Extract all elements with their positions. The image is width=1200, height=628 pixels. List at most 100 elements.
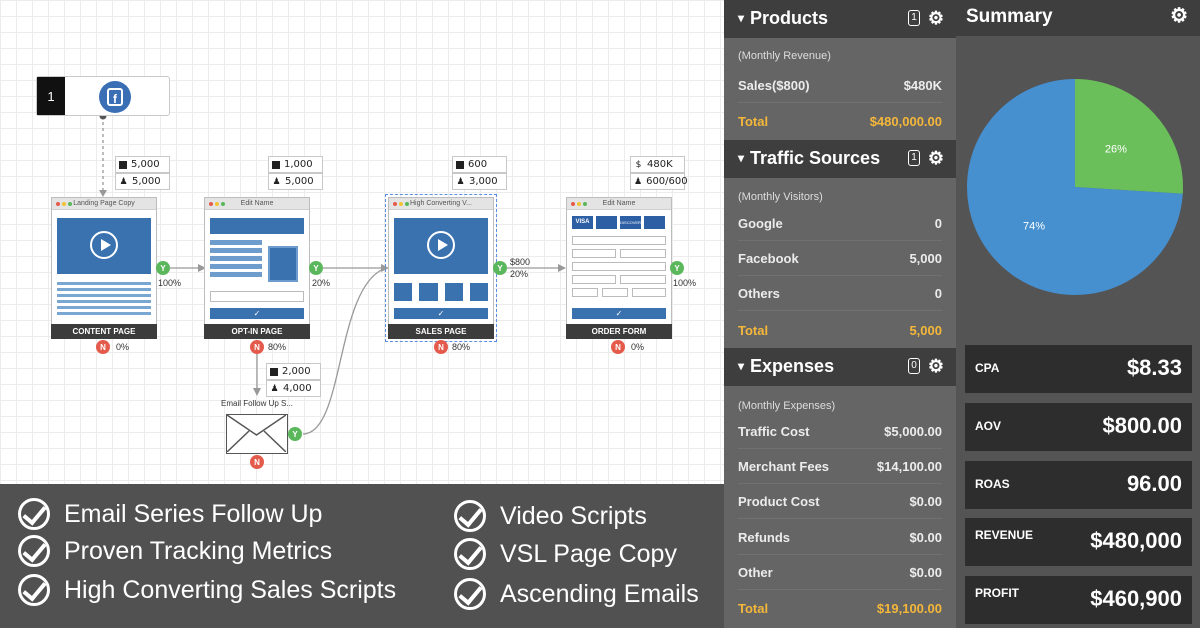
metric-value: $460,900: [1090, 586, 1182, 611]
expenses-row[interactable]: Product Cost $0.00: [738, 485, 942, 519]
stat-value: 5,000: [285, 176, 314, 187]
metrics-panel: Products 1 ⚙ (Monthly Revenue) Sales($80…: [724, 0, 956, 628]
input-placeholder: [210, 291, 304, 302]
stat-value: 600: [468, 159, 488, 170]
row-value: 0: [934, 286, 942, 301]
benefits-panel: Email Series Follow Up Proven Tracking M…: [0, 484, 724, 628]
benefit-text: Video Scripts: [500, 501, 647, 530]
products-row[interactable]: Sales($800) $480K: [738, 69, 942, 103]
step-stat: 5,000: [115, 156, 170, 173]
header-bar: [210, 218, 304, 234]
checkbox-icon: [270, 367, 278, 376]
row-label: Google: [738, 216, 783, 231]
no-badge[interactable]: N: [96, 340, 110, 354]
step-title-text: Edit Name: [602, 200, 636, 207]
benefit-text: Email Series Follow Up: [64, 499, 323, 528]
no-badge[interactable]: N: [434, 340, 448, 354]
yes-percent: 100%: [158, 278, 182, 288]
summary-title: Summary: [966, 6, 1053, 27]
yes-badge[interactable]: Y: [670, 261, 684, 275]
traffic-sources-header[interactable]: Traffic Sources 1 ⚙: [724, 140, 956, 178]
products-title: Products: [738, 8, 828, 29]
step-title: Edit Name: [205, 198, 309, 210]
gear-icon[interactable]: ⚙: [928, 9, 944, 27]
step-label: SALES PAGE: [388, 324, 494, 339]
row-value: 0: [934, 216, 942, 231]
email-title: Email Follow Up S...: [221, 399, 294, 408]
metric-label: ROAS: [975, 477, 1010, 491]
row-label: Other: [738, 565, 773, 580]
yes-badge[interactable]: Y: [288, 427, 302, 441]
book-image: [268, 246, 298, 282]
arrow-head: [99, 190, 107, 197]
gear-icon[interactable]: ⚙: [1170, 6, 1188, 26]
dollar-icon: $: [635, 159, 642, 170]
traffic-row[interactable]: Others 0: [738, 277, 942, 311]
row-value: 5,000: [909, 251, 942, 266]
stat-value: 1,000: [284, 159, 313, 170]
benefit-item: VSL Page Copy: [454, 538, 677, 570]
payment-cards-icon: VISA DISCOVER: [572, 216, 665, 229]
expenses-row[interactable]: Traffic Cost $5,000.00: [738, 415, 942, 449]
step-stat: $480K: [630, 156, 685, 173]
products-header[interactable]: Products 1 ⚙: [724, 0, 956, 38]
funnel-step-sales-page[interactable]: High Converting V... ✓ SALES PAGE: [385, 194, 497, 342]
step-title-text: Landing Page Copy: [73, 200, 135, 207]
funnel-step-order-form[interactable]: Edit Name VISA DISCOVER ✓ ORDER FORM: [566, 197, 672, 339]
benefit-item: Proven Tracking Metrics: [18, 535, 332, 567]
metric-revenue: REVENUE $480,000: [965, 518, 1192, 566]
total-label: Total: [738, 322, 769, 338]
gear-icon[interactable]: ⚙: [928, 149, 944, 167]
stat-value: 5,000: [132, 176, 161, 187]
total-label: Total: [738, 600, 769, 616]
row-value: $480K: [903, 78, 942, 93]
step-title: Edit Name: [567, 198, 671, 210]
no-badge[interactable]: N: [611, 340, 625, 354]
yes-badge[interactable]: Y: [493, 261, 507, 275]
checkbox-icon: [119, 160, 127, 169]
stat-value: 4,000: [283, 383, 312, 394]
funnel-step-content-page[interactable]: Landing Page Copy CONTENT PAGE: [51, 197, 157, 339]
traffic-total: Total 5,000: [738, 313, 942, 347]
expenses-title: Expenses: [738, 356, 834, 377]
expenses-count: 0: [908, 358, 920, 374]
no-badge[interactable]: N: [250, 455, 264, 469]
email-node[interactable]: [226, 414, 288, 454]
pie-slice: [1075, 79, 1183, 194]
expenses-header[interactable]: Expenses 0 ⚙: [724, 348, 956, 386]
row-value: $0.00: [909, 530, 942, 545]
metric-value: $8.33: [1126, 355, 1182, 380]
row-value: $0.00: [909, 494, 942, 509]
checkmark-icon: [18, 498, 50, 530]
pie-chart: 26% 74%: [967, 79, 1183, 295]
stat-value: 5,000: [131, 159, 160, 170]
traffic-row[interactable]: Google 0: [738, 207, 942, 241]
benefit-text: Proven Tracking Metrics: [64, 536, 333, 565]
expenses-row[interactable]: Refunds $0.00: [738, 521, 942, 555]
funnel-step-opt-in-page[interactable]: Edit Name ✓ OPT-IN PAGE: [204, 197, 310, 339]
products-count: 1: [908, 10, 920, 26]
metric-value: 96.00: [1126, 471, 1182, 496]
expenses-row[interactable]: Other $0.00: [738, 556, 942, 590]
expenses-row[interactable]: Merchant Fees $14,100.00: [738, 450, 942, 484]
gear-icon[interactable]: ⚙: [928, 357, 944, 375]
no-badge[interactable]: N: [250, 340, 264, 354]
check-icon: ✓: [572, 308, 666, 319]
traffic-source-node[interactable]: 1 f: [36, 76, 170, 116]
row-label: Traffic Cost: [738, 424, 810, 439]
checkmark-icon: [454, 500, 486, 532]
benefit-item: Email Series Follow Up: [18, 498, 322, 530]
row-label: Facebook: [738, 251, 799, 266]
yes-badge[interactable]: Y: [156, 261, 170, 275]
email-stat: ♟ 4,000: [266, 380, 321, 397]
email-stat: 2,000: [266, 363, 321, 380]
step-title-text: Edit Name: [240, 200, 274, 207]
row-value: $0.00: [909, 565, 942, 580]
benefit-item: High Converting Sales Scripts: [18, 574, 396, 606]
checkmark-icon: [18, 574, 50, 606]
traffic-row[interactable]: Facebook 5,000: [738, 242, 942, 276]
no-percent: 80%: [268, 342, 287, 352]
benefit-text: VSL Page Copy: [500, 539, 677, 568]
funnel-canvas[interactable]: 1 f 5,000 ♟ 5,000 1,000 ♟ 5,000 600 ♟ 3,000…: [0, 0, 724, 484]
yes-badge[interactable]: Y: [309, 261, 323, 275]
